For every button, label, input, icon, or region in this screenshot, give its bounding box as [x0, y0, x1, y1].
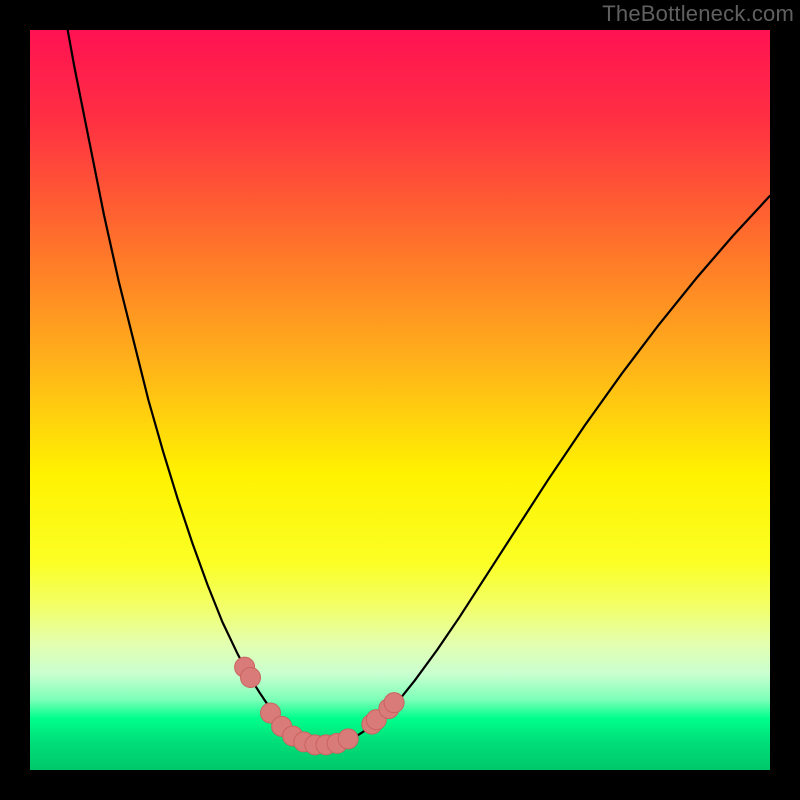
- chart-frame: TheBottleneck.com: [0, 0, 800, 800]
- plot-area: [30, 30, 770, 770]
- marker-dot: [384, 693, 404, 713]
- marker-dot: [338, 729, 358, 749]
- marker-dot: [241, 668, 261, 688]
- watermark-text: TheBottleneck.com: [602, 1, 794, 27]
- heat-background: [30, 30, 770, 770]
- chart-svg: [30, 30, 770, 770]
